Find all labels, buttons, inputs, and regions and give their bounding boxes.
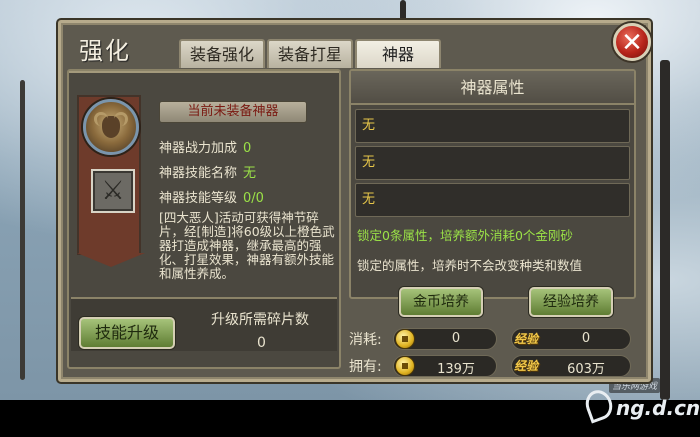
stat-power-bonus: 神器战力加成 0	[159, 137, 251, 156]
mask-face-icon	[94, 112, 128, 138]
fragments-required-label: 升级所需碎片数	[211, 312, 309, 328]
stat-skill-name: 神器技能名称无	[159, 162, 256, 181]
artifact-slot[interactable]: ⚔	[91, 169, 135, 213]
cost-gold-value: 0	[451, 331, 461, 346]
equip-status-banner: 当前未装备神器	[159, 101, 307, 123]
own-gold-value: 139万	[437, 362, 475, 377]
cost-exp-box: 经验 0	[511, 328, 631, 350]
attribute-row[interactable]: 无	[355, 146, 630, 180]
lock-cost-note: 锁定0条属性，培养额外消耗0个金刚砂	[357, 228, 573, 243]
background-tree	[660, 60, 670, 400]
horn-icon	[94, 112, 108, 126]
gold-coin-icon	[395, 356, 415, 376]
exp-train-button[interactable]: 经验培养	[529, 287, 613, 317]
stat-label: 神器技能等级	[159, 191, 238, 206]
horn-icon	[114, 112, 128, 126]
cost-exp-value: 0	[581, 331, 591, 346]
demon-mask-emblem-icon	[83, 99, 139, 155]
artifact-description: [四大恶人]活动可获得神节碎片，经[制造]将60级以上橙色武器打造成神器，继承最…	[159, 210, 335, 281]
stat-value: 无	[243, 166, 257, 181]
attribute-row[interactable]: 无	[355, 183, 630, 217]
fragments-required-value: 0	[257, 335, 266, 351]
background-tree	[20, 80, 25, 380]
cost-label: 消耗:	[349, 332, 382, 348]
own-label: 拥有:	[349, 359, 382, 375]
own-gold-box: 139万	[393, 355, 497, 377]
stat-value: 0/0	[243, 191, 264, 206]
artifact-info-panel: ⚔ ? 当前未装备神器 神器战力加成0 神器技能名称无 神器技能等级0/0 [四…	[67, 69, 341, 369]
enhance-window: 强化 装备强化 装备打星 神器 ✕ ⚔ ? 当前未装备神器 神器战力加成0 神器…	[58, 20, 651, 382]
sword-icon: ⚔	[101, 176, 125, 206]
attribute-row[interactable]: 无	[355, 109, 630, 143]
close-button[interactable]: ✕	[613, 23, 651, 61]
own-exp-value: 603万	[567, 362, 605, 377]
stat-label: 神器战力加成	[159, 141, 238, 156]
artifact-attributes-panel: 神器属性 无 无 无 锁定0条属性，培养额外消耗0个金刚砂 锁定的属性，培养时不…	[349, 69, 636, 299]
skill-upgrade-area: 技能升级 升级所需碎片数 0	[71, 297, 337, 351]
lock-tip: 锁定的属性，培养时不会改变种类和数值	[357, 258, 583, 273]
tab-equip-star[interactable]: 装备打星	[267, 39, 353, 68]
tab-artifact[interactable]: 神器	[355, 39, 441, 68]
stat-skill-level: 神器技能等级 0/0	[159, 187, 264, 206]
site-watermark: 当乐网游戏 ng.d.cn	[580, 378, 700, 430]
exp-badge-icon: 经验	[514, 359, 539, 373]
attributes-title: 神器属性	[351, 71, 634, 105]
gold-train-button[interactable]: 金币培养	[399, 287, 483, 317]
cost-gold-box: 0	[393, 328, 497, 350]
exp-badge-icon: 经验	[514, 332, 539, 346]
skill-upgrade-button[interactable]: 技能升级	[79, 317, 175, 349]
gold-coin-icon	[395, 329, 415, 349]
window-title: 强化	[79, 37, 131, 65]
stat-label: 神器技能名称	[159, 166, 238, 181]
panel-divider	[69, 71, 339, 73]
watermark-text: ng.d.cn	[616, 396, 700, 420]
stat-value: 0	[243, 141, 252, 156]
own-exp-box: 经验 603万	[511, 355, 631, 377]
tab-equip-enhance[interactable]: 装备强化	[179, 39, 265, 68]
close-icon: ✕	[621, 28, 643, 58]
